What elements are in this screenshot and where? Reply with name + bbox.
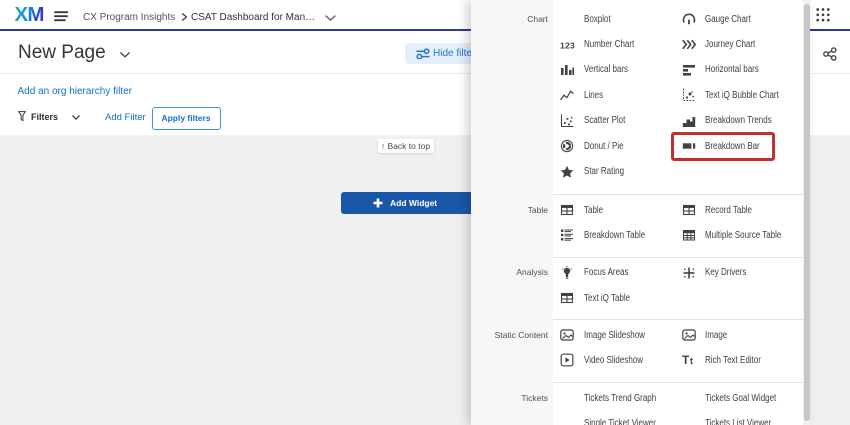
svg-text:t: t [690, 356, 693, 366]
svg-text:T: T [682, 353, 690, 367]
svg-text:123: 123 [560, 40, 575, 50]
